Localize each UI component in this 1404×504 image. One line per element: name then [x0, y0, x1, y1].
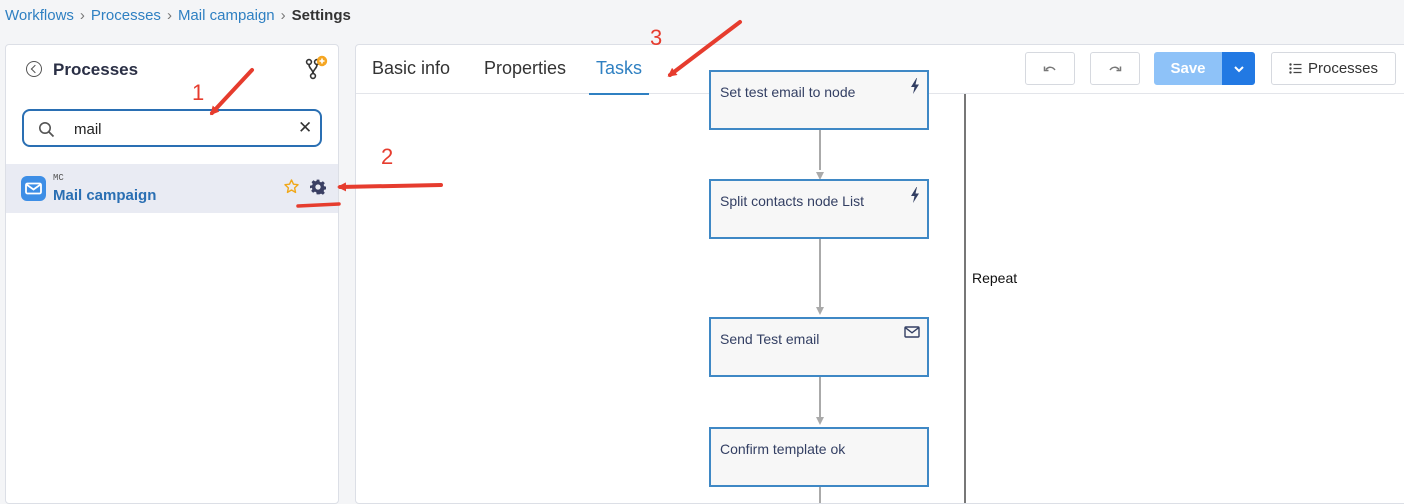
flow-arrowhead: [816, 417, 824, 425]
breadcrumb-workflows[interactable]: Workflows: [5, 7, 74, 24]
process-name[interactable]: Mail campaign: [53, 187, 156, 204]
processes-sidebar: Processes ✕ MC Mail campaign: [5, 44, 339, 504]
search-icon: [38, 121, 55, 143]
flow-connector: [819, 487, 821, 503]
save-button[interactable]: Save: [1154, 52, 1222, 85]
breadcrumb-mail-campaign[interactable]: Mail campaign: [178, 7, 275, 24]
process-list-item[interactable]: MC Mail campaign: [6, 164, 338, 213]
breadcrumb-processes[interactable]: Processes: [91, 7, 161, 24]
annotation-number-2: 2: [381, 144, 394, 169]
undo-button[interactable]: [1025, 52, 1075, 85]
sidebar-header: Processes: [6, 45, 338, 93]
task-node[interactable]: Split contacts node List: [709, 179, 929, 239]
task-node[interactable]: Send Test email: [709, 317, 929, 377]
tab-tasks[interactable]: Tasks: [589, 58, 650, 95]
flow-connector: [819, 130, 821, 170]
task-node-label: Set test email to node: [720, 84, 856, 100]
task-node-label: Confirm template ok: [720, 441, 846, 457]
loop-label: Repeat: [972, 270, 1018, 286]
breadcrumb-separator: ›: [280, 7, 286, 24]
tab-basic-info[interactable]: Basic info: [372, 58, 450, 92]
redo-button[interactable]: [1090, 52, 1140, 85]
save-options-dropdown[interactable]: [1222, 52, 1255, 85]
lightning-icon: [910, 78, 920, 99]
redo-icon: [1109, 66, 1122, 71]
flow-arrowhead: [816, 307, 824, 315]
annotation-number-3: 3: [650, 25, 663, 50]
search-input[interactable]: [72, 118, 286, 140]
breadcrumb-current: Settings: [291, 7, 351, 24]
mail-campaign-icon: [21, 176, 46, 201]
undo-icon: [1043, 66, 1056, 71]
flow-connector: [819, 239, 821, 307]
loop-line: [964, 94, 966, 503]
breadcrumb-separator: ›: [166, 7, 172, 24]
collapse-back-icon[interactable]: [26, 61, 42, 77]
favorite-star-icon[interactable]: [283, 178, 300, 200]
breadcrumb: Workflows › Processes › Mail campaign › Settin…: [5, 7, 351, 25]
clear-search-icon[interactable]: ✕: [298, 119, 312, 136]
task-node[interactable]: Set test email to node: [709, 70, 929, 130]
workflow-canvas[interactable]: Set test email to node Split contacts no…: [356, 70, 1404, 503]
task-node-label: Split contacts node List: [720, 193, 864, 209]
task-node[interactable]: Confirm template ok: [709, 427, 929, 487]
chevron-down-icon: [1233, 65, 1244, 72]
process-search-box: ✕: [22, 109, 322, 147]
processes-button-label: Processes: [1307, 60, 1379, 77]
breadcrumb-separator: ›: [79, 7, 85, 24]
settings-gear-icon[interactable]: [310, 179, 327, 200]
sidebar-title: Processes: [53, 60, 139, 79]
task-node-label: Send Test email: [720, 331, 820, 347]
flow-connector: [819, 377, 821, 417]
process-editor: Basic info Properties Tasks Save Process…: [355, 44, 1404, 504]
annotation-number-1: 1: [192, 80, 205, 105]
process-code: MC: [53, 173, 64, 183]
tab-properties[interactable]: Properties: [484, 58, 566, 92]
list-icon: [1289, 63, 1302, 74]
new-process-fork-icon[interactable]: [304, 55, 328, 81]
processes-list-button[interactable]: Processes: [1271, 52, 1396, 85]
lightning-icon: [910, 187, 920, 208]
envelope-icon: [904, 325, 920, 343]
